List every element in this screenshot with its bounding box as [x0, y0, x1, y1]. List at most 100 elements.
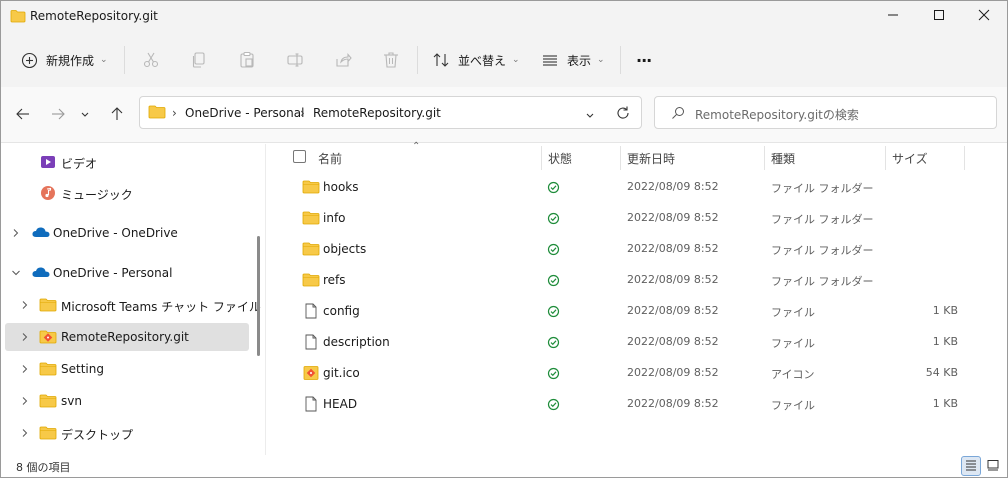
nav-item-remoterepository-git[interactable]: RemoteRepository.git: [5, 323, 249, 351]
column-separator[interactable]: [620, 146, 621, 170]
folder-icon: [302, 241, 320, 257]
item-count: 8 個の項目: [16, 461, 71, 474]
nav-item-setting[interactable]: Setting: [5, 355, 249, 383]
folder-icon: [39, 393, 57, 409]
window-title: RemoteRepository.git: [30, 9, 158, 23]
nav-item-label: Setting: [61, 362, 104, 376]
minimize-button[interactable]: [870, 1, 916, 32]
file-row[interactable]: refs 2022/08/09 8:52 ファイル フォルダー: [266, 265, 1007, 296]
column-header-status[interactable]: 状態: [548, 150, 572, 167]
chevron-down-icon: ⌄: [597, 55, 605, 65]
file-size: 1 KB: [932, 397, 958, 410]
column-separator[interactable]: [541, 146, 542, 170]
sync-status-icon: [547, 212, 560, 228]
new-button[interactable]: 新規作成 ⌄: [21, 47, 108, 73]
expand-chevron-right-icon[interactable]: [19, 427, 31, 439]
view-button[interactable]: 表示 ⌄: [541, 47, 605, 73]
breadcrumb-chevron-icon: ›: [300, 106, 305, 120]
title-bar[interactable]: RemoteRepository.git: [1, 1, 1007, 32]
nav-item-label: ミュージック: [61, 188, 133, 202]
sort-button[interactable]: 並べ替え ⌄: [432, 47, 520, 73]
column-header-row: ⌃ 名前 状態 更新日時 種類 サイズ: [266, 141, 1007, 171]
column-header-name[interactable]: 名前: [318, 150, 342, 167]
file-row[interactable]: config 2022/08/09 8:52 ファイル 1 KB: [266, 296, 1007, 327]
column-header-type[interactable]: 種類: [771, 150, 795, 167]
folder-icon: [39, 297, 57, 313]
close-button[interactable]: [961, 1, 1007, 32]
file-icon: [302, 334, 320, 350]
back-button[interactable]: [10, 102, 36, 128]
file-type: ファイル フォルダー: [771, 275, 874, 288]
separator: [124, 46, 125, 74]
expand-chevron-down-icon[interactable]: [10, 267, 22, 279]
file-name: info: [323, 211, 346, 225]
minimize-icon: [887, 9, 899, 24]
up-button[interactable]: [104, 102, 130, 128]
rename-icon[interactable]: [284, 49, 306, 71]
address-bar[interactable]: › OneDrive - Personal › RemoteRepository…: [139, 96, 642, 129]
forward-button[interactable]: [45, 102, 71, 128]
copy-icon[interactable]: [188, 49, 210, 71]
details-view-button[interactable]: [961, 456, 981, 476]
sync-status-icon: [547, 243, 560, 259]
breadcrumb-onedrive-personal[interactable]: OneDrive - Personal: [185, 106, 304, 120]
maximize-icon: [933, 9, 945, 24]
expand-chevron-right-icon[interactable]: [19, 363, 31, 375]
file-size: 54 KB: [925, 366, 958, 379]
file-name: refs: [323, 273, 346, 287]
search-box[interactable]: RemoteRepository.gitの検索: [654, 96, 997, 129]
close-icon: [978, 9, 990, 24]
share-icon[interactable]: [332, 49, 354, 71]
music-icon: [39, 185, 57, 201]
cloud-icon: [31, 265, 50, 281]
select-all-checkbox[interactable]: [293, 150, 306, 163]
file-name: description: [323, 335, 390, 349]
nav-item-label: svn: [61, 394, 82, 408]
delete-icon[interactable]: [380, 49, 402, 71]
more-options-button[interactable]: ···: [636, 47, 652, 73]
file-name: HEAD: [323, 397, 358, 411]
nav-item-microsoft-teams[interactable]: Microsoft Teams チャット ファイル: [5, 291, 261, 319]
sync-status-icon: [547, 181, 560, 197]
details-view-icon: [965, 459, 977, 474]
separator: [620, 46, 621, 74]
expand-chevron-right-icon[interactable]: [19, 299, 31, 311]
paste-icon[interactable]: [236, 49, 258, 71]
refresh-icon[interactable]: [615, 105, 631, 124]
navigation-scrollbar[interactable]: [257, 236, 260, 356]
expand-chevron-right-icon[interactable]: [19, 331, 31, 343]
file-row[interactable]: description 2022/08/09 8:52 ファイル 1 KB: [266, 327, 1007, 358]
cut-icon[interactable]: [140, 49, 162, 71]
file-name: git.ico: [323, 366, 360, 380]
file-modified: 2022/08/09 8:52: [627, 397, 719, 410]
expand-chevron-right-icon[interactable]: [19, 395, 31, 407]
file-row[interactable]: HEAD 2022/08/09 8:52 ファイル 1 KB: [266, 389, 1007, 420]
column-separator[interactable]: [964, 146, 965, 170]
file-row[interactable]: info 2022/08/09 8:52 ファイル フォルダー: [266, 203, 1007, 234]
file-size: 1 KB: [932, 335, 958, 348]
column-separator[interactable]: [885, 146, 886, 170]
nav-item-svn[interactable]: svn: [5, 387, 249, 415]
address-history-chevron-icon[interactable]: [585, 109, 595, 123]
nav-item-onedrive-onedrive[interactable]: OneDrive - OneDrive: [5, 219, 249, 247]
file-modified: 2022/08/09 8:52: [627, 273, 719, 286]
expand-chevron-right-icon[interactable]: [10, 227, 22, 239]
file-modified: 2022/08/09 8:52: [627, 335, 719, 348]
file-row[interactable]: objects 2022/08/09 8:52 ファイル フォルダー: [266, 234, 1007, 265]
file-row[interactable]: hooks 2022/08/09 8:52 ファイル フォルダー: [266, 172, 1007, 203]
column-separator[interactable]: [764, 146, 765, 170]
column-header-modified[interactable]: 更新日時: [627, 150, 675, 167]
maximize-button[interactable]: [916, 1, 962, 32]
nav-item-onedrive-personal[interactable]: OneDrive - Personal: [5, 259, 249, 287]
large-icons-view-button[interactable]: [983, 456, 1003, 476]
sort-ascending-icon: ⌃: [412, 141, 421, 152]
nav-item-item-0[interactable]: ビデオ: [5, 148, 249, 176]
nav-item-item-1[interactable]: ミュージック: [5, 179, 249, 207]
breadcrumb-remoterepository[interactable]: RemoteRepository.git: [313, 106, 441, 120]
column-header-size[interactable]: サイズ: [892, 150, 928, 167]
recent-locations-button[interactable]: [75, 102, 95, 128]
file-modified: 2022/08/09 8:52: [627, 180, 719, 193]
file-type: ファイル: [771, 399, 815, 412]
file-row[interactable]: git.ico 2022/08/09 8:52 アイコン 54 KB: [266, 358, 1007, 389]
nav-item-item-8[interactable]: デスクトップ: [5, 419, 249, 447]
